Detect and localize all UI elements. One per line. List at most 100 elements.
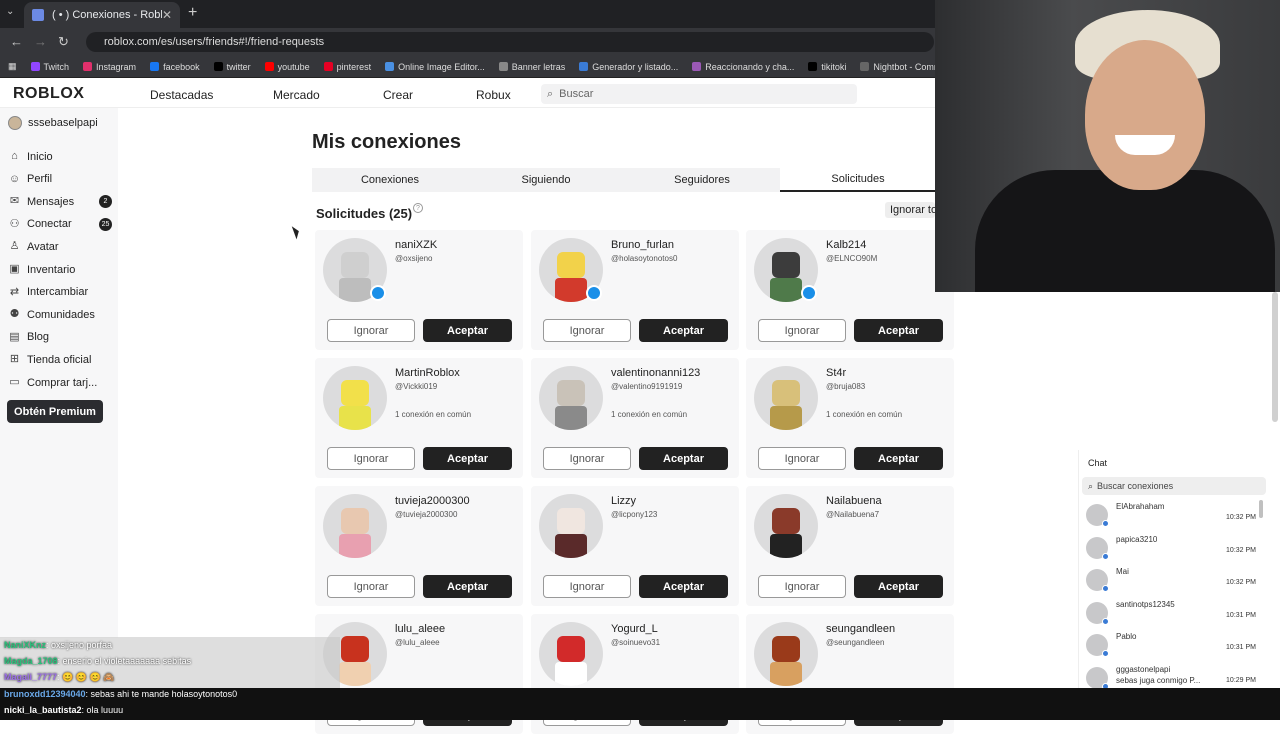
nav-robux[interactable]: Robux [476,88,511,102]
stream-chat-text: : ola luuuu [81,705,124,715]
bookmark-7[interactable]: Banner letras [498,62,565,72]
sidebar-item-7[interactable]: ⚉ Comunidades [8,308,108,321]
premium-button[interactable]: Obtén Premium [7,400,103,423]
reload-icon[interactable]: ↻ [58,34,69,50]
accept-button[interactable]: Aceptar [639,575,728,598]
ignore-button[interactable]: Ignorar [543,319,631,342]
avatar[interactable] [323,494,387,558]
avatar[interactable] [754,494,818,558]
card-name[interactable]: Nailabuena [826,495,882,507]
forward-icon[interactable]: → [34,34,47,49]
accept-button[interactable]: Aceptar [423,447,512,470]
sidebar-item-4[interactable]: ♙ Avatar [8,240,108,253]
sidebar-item-3[interactable]: ⚇ Conectar 25 [8,217,112,231]
bookmark-10[interactable]: tikitoki [808,62,846,72]
avatar[interactable] [754,622,818,686]
tab-conexiones[interactable]: Conexiones [312,168,468,192]
avatar[interactable] [754,366,818,430]
nav-destacadas[interactable]: Destacadas [150,88,213,102]
bookmark-6[interactable]: Online Image Editor... [385,62,485,72]
sidebar-item-5[interactable]: ▣ Inventario [8,263,108,276]
bookmark-3[interactable]: twitter [213,62,251,72]
help-icon[interactable]: ? [413,203,423,213]
apps-icon[interactable]: ▦ [8,61,17,72]
ignore-button[interactable]: Ignorar [327,575,415,598]
sidebar-item-6[interactable]: ⇄ Intercambiar [8,286,108,299]
nav-crear[interactable]: Crear [383,88,413,102]
ignore-button[interactable]: Ignorar [327,319,415,342]
tab-siguiendo[interactable]: Siguiendo [468,168,624,192]
sidebar-item-10[interactable]: ▭ Comprar tarj... [8,376,108,389]
card-name[interactable]: Yogurd_L [611,623,658,635]
bookmark-9[interactable]: Reaccionando y cha... [692,62,794,72]
page-scrollbar[interactable] [1272,292,1278,422]
ignore-button[interactable]: Ignorar [327,447,415,470]
roblox-logo[interactable]: ROBLOX [13,85,84,103]
search-input[interactable]: ⌕ Buscar [541,84,857,104]
tab-solicitudes[interactable]: Solicitudes [780,168,936,192]
chat-row[interactable]: Mai 10:32 PM [1086,567,1256,597]
avatar-body [555,534,587,558]
tab-search-icon[interactable]: ⌄ [6,6,14,17]
accept-button[interactable]: Aceptar [854,447,943,470]
sidebar-item-1[interactable]: ☺ Perfil [8,173,108,186]
sidebar-item-2[interactable]: ✉ Mensajes 2 [8,195,112,209]
request-card: naniXZK @oxsijeno Ignorar Aceptar [315,230,523,350]
card-name[interactable]: seungandleen [826,623,895,635]
bookmark-1[interactable]: Instagram [83,62,136,72]
card-name[interactable]: Bruno_furlan [611,239,674,251]
chat-name: gggastonelpapi [1116,665,1171,674]
ignore-button[interactable]: Ignorar [758,319,846,342]
bookmark-5[interactable]: pinterest [323,62,371,72]
tab-seguidores[interactable]: Seguidores [624,168,780,192]
chat-scrollbar[interactable] [1259,500,1263,518]
avatar-body [339,534,371,558]
chat-row[interactable]: papica3210 10:32 PM [1086,535,1256,565]
chat-row[interactable]: Pablo 10:31 PM [1086,632,1256,662]
avatar-body [770,406,802,430]
avatar[interactable] [323,366,387,430]
card-name[interactable]: tuvieja2000300 [395,495,470,507]
avatar[interactable] [539,494,603,558]
accept-button[interactable]: Aceptar [854,319,943,342]
chat-row[interactable]: santinotps12345 10:31 PM [1086,600,1256,630]
bookmark-0[interactable]: Twitch [30,62,69,72]
nav-mercado[interactable]: Mercado [273,88,320,102]
card-name[interactable]: naniXZK [395,239,437,251]
avatar[interactable] [539,366,603,430]
bookmark-2[interactable]: facebook [150,62,200,72]
ignore-button[interactable]: Ignorar [543,575,631,598]
new-tab-icon[interactable]: + [188,4,197,22]
url-bar[interactable]: roblox.com/es/users/friends#!/friend-req… [86,32,934,52]
accept-button[interactable]: Aceptar [423,319,512,342]
sidebar-item-8[interactable]: ▤ Blog [8,331,108,344]
request-card: MartinRoblox @Vickki019 1 conexión en comú… [315,358,523,478]
card-name[interactable]: St4r [826,367,846,379]
chat-search-input[interactable]: ⌕ Buscar conexiones [1082,477,1266,495]
bookmark-4[interactable]: youtube [264,62,310,72]
accept-button[interactable]: Aceptar [639,319,728,342]
ignore-button[interactable]: Ignorar [543,447,631,470]
ignore-all-button[interactable]: Ignorar to [885,202,935,218]
browser-tab[interactable]: ( • ) Conexiones - Roblox ✕ [24,2,180,28]
card-name[interactable]: MartinRoblox [395,367,460,379]
sidebar-item-label: Inicio [27,150,53,163]
accept-button[interactable]: Aceptar [639,447,728,470]
bookmark-8[interactable]: Generador y listado... [579,62,678,72]
sidebar-user[interactable]: sssebaselpapi [8,116,98,130]
card-name[interactable]: lulu_aleee [395,623,445,635]
sidebar-item-9[interactable]: ⊞ Tienda oficial [8,353,108,366]
card-name[interactable]: Lizzy [611,495,636,507]
search-placeholder: Buscar [559,88,594,100]
accept-button[interactable]: Aceptar [423,575,512,598]
avatar[interactable] [539,622,603,686]
card-name[interactable]: valentinonanni123 [611,367,700,379]
chat-row[interactable]: ElAbrahaham 10:32 PM [1086,502,1256,532]
back-icon[interactable]: ← [10,34,23,49]
ignore-button[interactable]: Ignorar [758,575,846,598]
card-name[interactable]: Kalb214 [826,239,866,251]
sidebar-item-0[interactable]: ⌂ Inicio [8,150,108,163]
ignore-button[interactable]: Ignorar [758,447,846,470]
close-tab-icon[interactable]: ✕ [162,8,172,22]
accept-button[interactable]: Aceptar [854,575,943,598]
